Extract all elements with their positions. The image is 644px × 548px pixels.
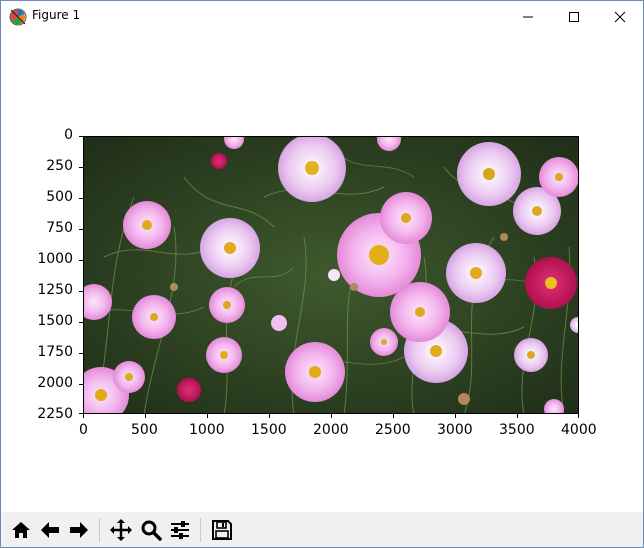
home-icon: [11, 521, 30, 538]
zoom-icon: [141, 520, 162, 541]
close-button[interactable]: [597, 1, 643, 32]
save-button[interactable]: [208, 516, 235, 543]
minimize-button[interactable]: [505, 1, 551, 32]
configure-subplots-icon: [170, 520, 189, 539]
pan-button[interactable]: [107, 516, 134, 543]
minimize-icon: [523, 16, 533, 17]
figure-canvas[interactable]: 0 500 1000 1500 2000 2500 3000 3500 4000…: [1, 33, 643, 512]
configure-subplots-button[interactable]: [166, 516, 193, 543]
maximize-icon: [569, 11, 579, 22]
navigation-toolbar: [1, 512, 643, 547]
title-bar[interactable]: Figure 1: [1, 1, 643, 32]
matplotlib-figure-icon: [9, 8, 27, 26]
pan-icon: [109, 518, 132, 541]
home-button[interactable]: [7, 516, 34, 543]
window-title: Figure 1: [32, 8, 81, 22]
back-button[interactable]: [36, 516, 63, 543]
zoom-button[interactable]: [137, 516, 164, 543]
forward-button[interactable]: [65, 516, 92, 543]
axis-ticks: [79, 136, 579, 418]
forward-icon: [69, 521, 88, 538]
close-icon: [614, 11, 626, 22]
toolbar-separator: [99, 518, 100, 542]
back-icon: [40, 521, 59, 538]
figure-window: Figure 1 0 500 1000 1500 2000 2500 3000 …: [0, 0, 644, 548]
maximize-button[interactable]: [551, 1, 597, 32]
save-icon: [211, 519, 232, 540]
toolbar-separator: [200, 518, 201, 542]
